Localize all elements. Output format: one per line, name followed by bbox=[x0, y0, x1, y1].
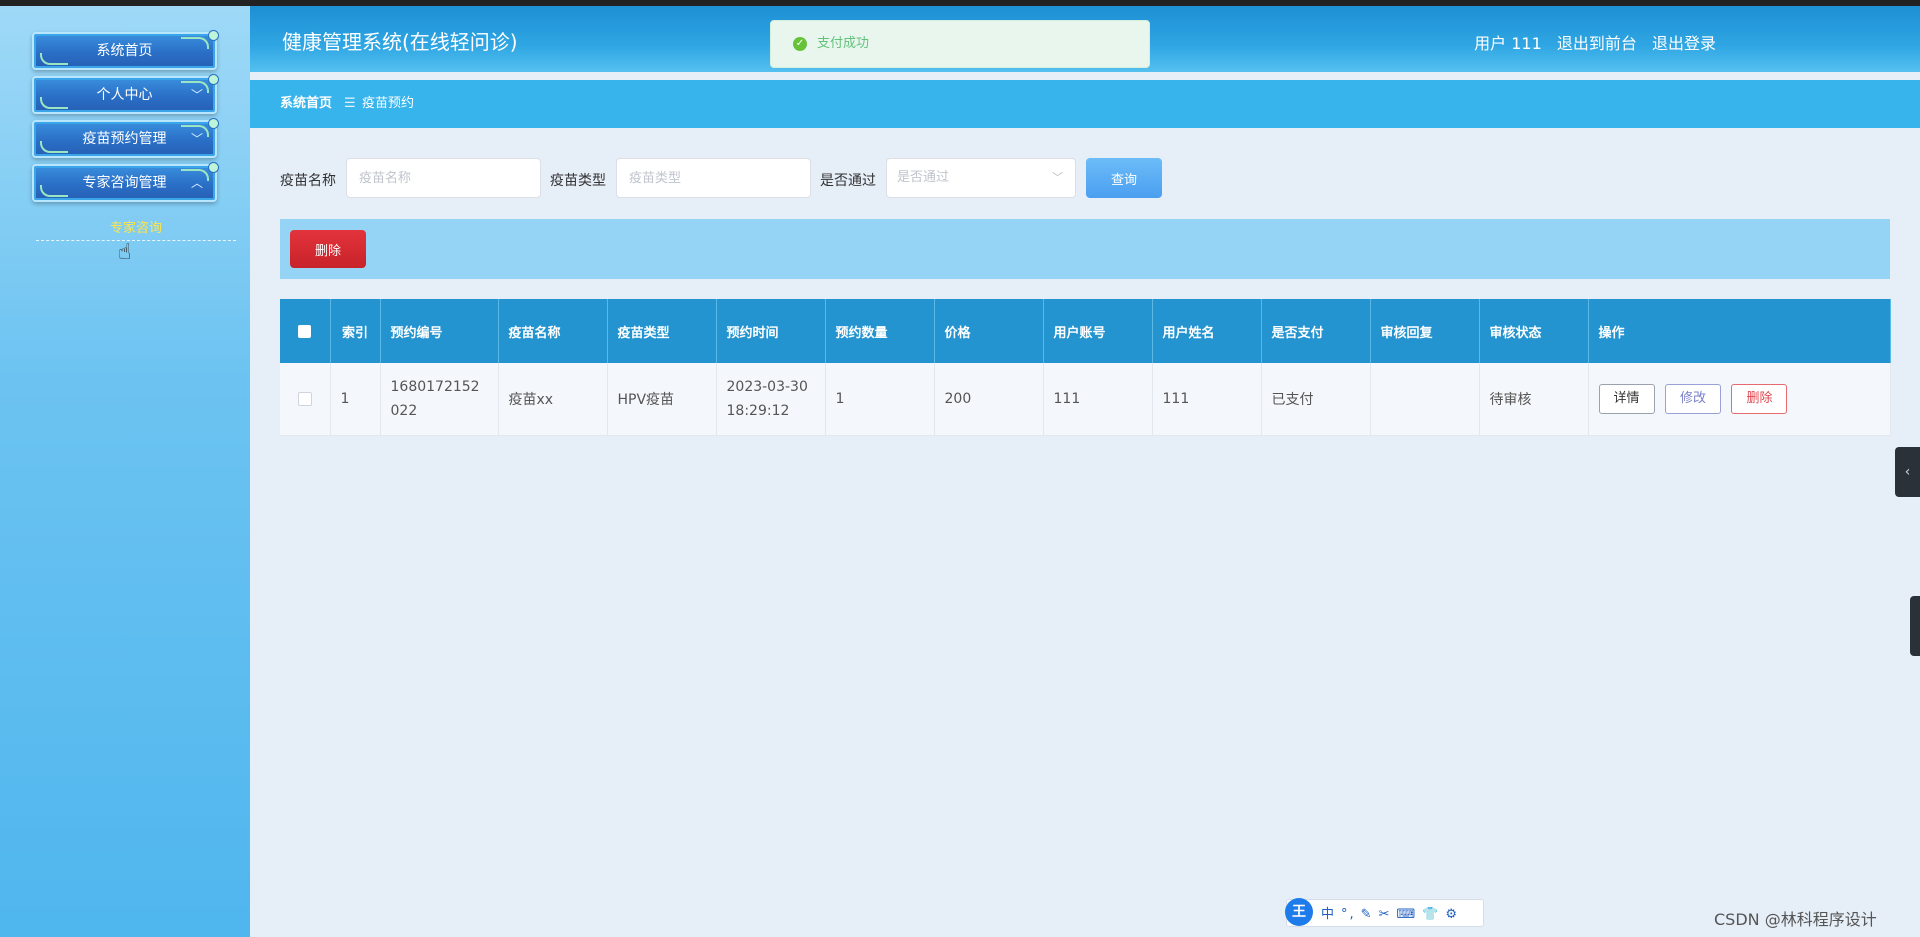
detail-button[interactable]: 详情 bbox=[1598, 384, 1655, 414]
cell-vaccine-type: HPV疫苗 bbox=[607, 363, 717, 436]
cell-price: 200 bbox=[934, 363, 1044, 436]
submenu-item-expert-consult[interactable]: 专家咨询 bbox=[36, 218, 236, 241]
sidebar-item-expert-consult[interactable]: 专家咨询管理 ︿ bbox=[32, 162, 219, 202]
checkbox-icon bbox=[297, 392, 312, 406]
cell-review-status: 待审核 bbox=[1479, 363, 1589, 436]
table-header-row: 索引 预约编号 疫苗名称 疫苗类型 预约时间 预约数量 价格 用户账号 用户姓名… bbox=[280, 299, 1891, 363]
sidebar-item-label: 疫苗预约管理 bbox=[82, 131, 167, 147]
ime-toolbar: 王 中 °, ✎ ✂ ⌨ 👕 ⚙ bbox=[1285, 898, 1484, 927]
vaccine-name-input[interactable] bbox=[346, 158, 541, 198]
column-header: 预约时间 bbox=[716, 299, 826, 363]
ime-skin-icon[interactable]: 👕 bbox=[1422, 907, 1440, 922]
vaccine-type-label: 疫苗类型 bbox=[550, 173, 606, 189]
cell-account: 111 bbox=[1043, 363, 1153, 436]
ornament-icon bbox=[40, 53, 68, 65]
ornament-icon bbox=[40, 185, 68, 197]
breadcrumb-current: 疫苗预约 bbox=[362, 96, 415, 111]
chevron-down-icon: ﹀ bbox=[1052, 171, 1063, 184]
column-header: 预约编号 bbox=[380, 299, 499, 363]
check-circle-icon: ✓ bbox=[793, 37, 807, 51]
sidebar-item-home[interactable]: 系统首页 bbox=[32, 30, 219, 70]
query-button[interactable]: 查询 bbox=[1086, 158, 1162, 198]
edit-button[interactable]: 修改 bbox=[1664, 384, 1721, 414]
chevron-down-icon: ﹀ bbox=[190, 132, 203, 146]
ime-punctuation-icon[interactable]: °, bbox=[1341, 907, 1356, 922]
sidebar-item-profile[interactable]: 个人中心 ﹀ bbox=[32, 74, 219, 114]
ornament-icon bbox=[181, 37, 209, 49]
watermark: CSDN @林科程序设计 bbox=[1714, 910, 1877, 929]
column-header: 用户姓名 bbox=[1152, 299, 1262, 363]
vaccine-name-label: 疫苗名称 bbox=[280, 173, 336, 189]
sidebar-item-label: 系统首页 bbox=[96, 43, 153, 59]
dot-icon bbox=[208, 74, 219, 85]
cell-reply bbox=[1370, 363, 1480, 436]
cell-quantity: 1 bbox=[825, 363, 935, 436]
sidebar-item-label: 专家咨询管理 bbox=[82, 175, 167, 191]
chevron-up-icon: ︿ bbox=[190, 176, 203, 190]
dot-icon bbox=[208, 118, 219, 129]
success-toast: ✓ 支付成功 bbox=[770, 20, 1150, 68]
row-checkbox[interactable] bbox=[280, 363, 331, 436]
vaccine-type-input[interactable] bbox=[616, 158, 811, 198]
ime-handwrite-icon[interactable]: ✎ bbox=[1361, 907, 1374, 922]
passed-label: 是否通过 bbox=[820, 173, 876, 189]
user-label: 用户 111 bbox=[1474, 34, 1542, 53]
booking-table: 索引 预约编号 疫苗名称 疫苗类型 预约时间 预约数量 价格 用户账号 用户姓名… bbox=[280, 299, 1891, 436]
app-title: 健康管理系统(在线轻问诊) bbox=[282, 30, 518, 54]
ime-keyboard-icon[interactable]: ⌨ bbox=[1396, 907, 1417, 922]
ime-items: 中 °, ✎ ✂ ⌨ 👕 ⚙ bbox=[1321, 903, 1464, 922]
ime-logo-icon[interactable]: 王 bbox=[1285, 898, 1313, 926]
logout-link[interactable]: 退出登录 bbox=[1652, 34, 1716, 53]
dot-icon bbox=[208, 30, 219, 41]
column-header: 用户账号 bbox=[1043, 299, 1153, 363]
sidebar-item-label: 个人中心 bbox=[96, 87, 153, 103]
cell-index: 1 bbox=[330, 363, 381, 436]
column-header: 操作 bbox=[1588, 299, 1891, 363]
sidebar: 系统首页 个人中心 ﹀ 疫苗预约管理 ﹀ 专家咨询管理 ︿ 专家咨询 ☝ bbox=[0, 6, 250, 937]
cell-vaccine-name: 疫苗xx bbox=[498, 363, 608, 436]
table-row: 1 1680172152022 疫苗xx HPV疫苗 2023-03-30 18… bbox=[280, 363, 1891, 436]
passed-select-placeholder: 是否通过 bbox=[897, 170, 950, 185]
toast-message: 支付成功 bbox=[817, 36, 870, 51]
delete-button[interactable]: 删除 bbox=[1731, 384, 1788, 414]
column-header: 审核回复 bbox=[1370, 299, 1480, 363]
column-header: 疫苗类型 bbox=[607, 299, 717, 363]
column-header: 预约数量 bbox=[825, 299, 935, 363]
side-panel-toggle[interactable]: ‹ bbox=[1895, 447, 1920, 497]
chevron-left-icon: ‹ bbox=[1904, 464, 1911, 480]
side-panel-tab[interactable] bbox=[1910, 596, 1920, 656]
column-header: 疫苗名称 bbox=[498, 299, 608, 363]
select-all-checkbox[interactable] bbox=[280, 299, 331, 363]
ornament-icon bbox=[40, 97, 68, 109]
breadcrumb-home[interactable]: 系统首页 bbox=[280, 80, 332, 128]
column-header: 索引 bbox=[330, 299, 381, 363]
ime-scissors-icon[interactable]: ✂ bbox=[1379, 907, 1392, 922]
breadcrumb-separator-icon: ☰ bbox=[344, 96, 356, 111]
ime-settings-icon[interactable]: ⚙ bbox=[1445, 907, 1459, 922]
action-bar: 删除 bbox=[280, 219, 1890, 279]
batch-delete-button[interactable]: 删除 bbox=[290, 230, 366, 268]
sidebar-item-vaccine-booking[interactable]: 疫苗预约管理 ﹀ bbox=[32, 118, 219, 158]
ime-chinese-mode-icon[interactable]: 中 bbox=[1321, 907, 1336, 922]
column-header: 价格 bbox=[934, 299, 1044, 363]
chevron-down-icon: ﹀ bbox=[190, 88, 203, 102]
user-area: 用户 111 退出到前台 退出登录 bbox=[1464, 30, 1716, 54]
ornament-icon bbox=[40, 141, 68, 153]
cell-operations: 详情 修改 删除 bbox=[1588, 363, 1891, 436]
cell-user-name: 111 bbox=[1152, 363, 1262, 436]
hand-cursor-icon: ☝ bbox=[118, 240, 132, 265]
column-header: 审核状态 bbox=[1479, 299, 1589, 363]
breadcrumb: 系统首页 ☰ 疫苗预约 bbox=[250, 80, 1920, 128]
passed-select[interactable]: 是否通过 ﹀ bbox=[886, 158, 1076, 198]
cell-paid: 已支付 bbox=[1261, 363, 1371, 436]
column-header: 是否支付 bbox=[1261, 299, 1371, 363]
dot-icon bbox=[208, 162, 219, 173]
cell-booking-no: 1680172152022 bbox=[380, 363, 499, 436]
cell-booking-time: 2023-03-30 18:29:12 bbox=[716, 363, 826, 436]
checkbox-icon bbox=[298, 324, 312, 338]
back-to-front-link[interactable]: 退出到前台 bbox=[1557, 34, 1637, 53]
